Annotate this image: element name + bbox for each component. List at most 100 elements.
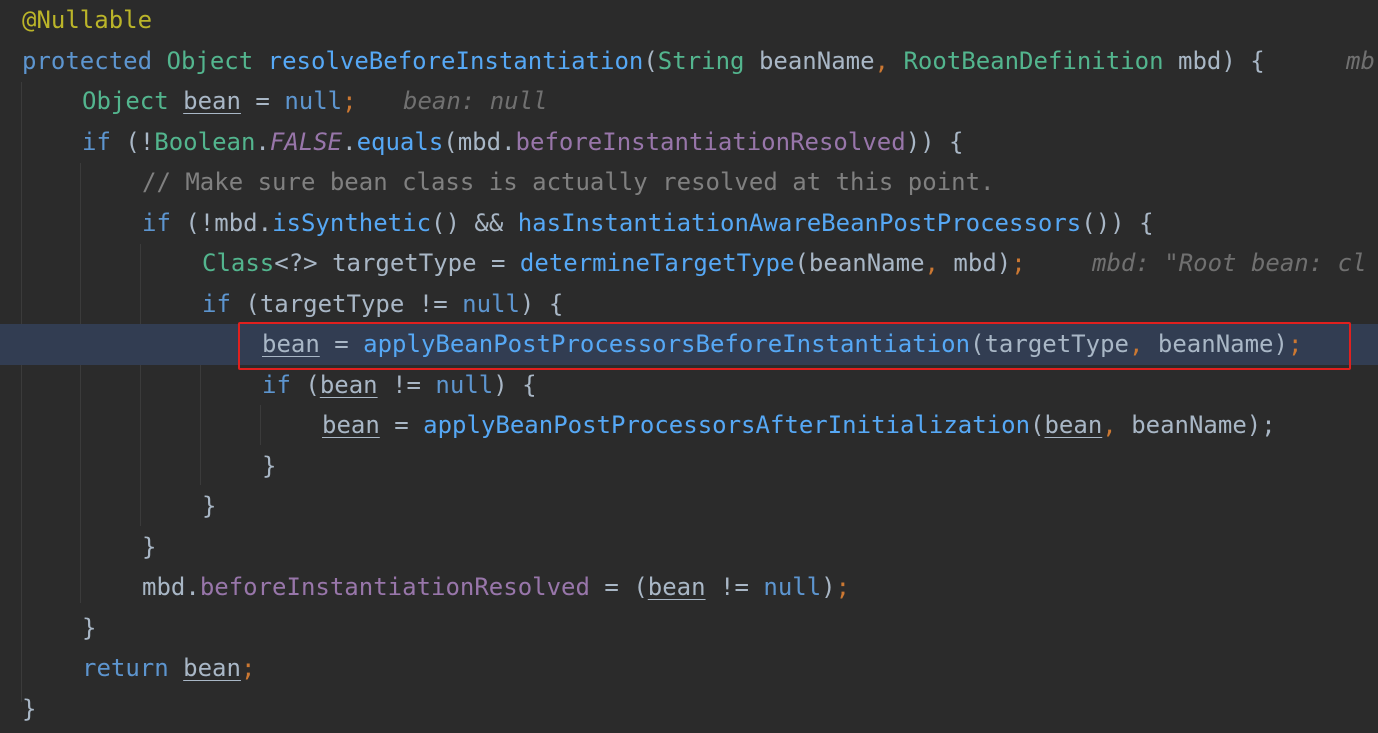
static-constant: FALSE — [269, 127, 343, 156]
argument: bean — [1044, 411, 1103, 439]
inline-debug-hint: bean: null — [403, 87, 548, 115]
null-literal: null — [462, 289, 520, 318]
local-variable: targetType — [259, 289, 405, 318]
paren: ( — [245, 289, 260, 318]
dot: . — [501, 127, 516, 156]
paren: ( — [1030, 411, 1045, 439]
operator: != — [392, 370, 421, 399]
method-name[interactable]: resolveBeforeInstantiation — [268, 47, 644, 75]
dot: . — [342, 127, 357, 156]
dot: . — [255, 127, 270, 156]
paren: ) { — [519, 289, 564, 318]
local-variable: bean — [319, 370, 378, 399]
code-line[interactable]: if (targetType != null) { — [0, 284, 1378, 325]
method-call[interactable]: isSynthetic — [272, 209, 431, 237]
code-line[interactable]: Object bean = null; bean: null — [0, 81, 1378, 122]
code-line[interactable]: bean = applyBeanPostProcessorsAfterIniti… — [0, 405, 1378, 446]
code-editor[interactable]: @Nullable protected Object resolveBefore… — [0, 0, 1378, 733]
code-line[interactable]: if (!mbd.isSynthetic() && hasInstantiati… — [0, 203, 1378, 244]
param-name: mbd — [1178, 46, 1222, 75]
local-variable: bean — [322, 411, 380, 439]
code-line[interactable]: return bean; — [0, 648, 1378, 689]
semicolon: ; — [240, 654, 256, 682]
paren: (! — [125, 127, 155, 156]
local-variable: bean — [647, 573, 706, 601]
brace: } — [142, 532, 157, 561]
code-line[interactable]: @Nullable — [0, 0, 1378, 41]
argument: beanName — [1131, 411, 1247, 439]
code-line[interactable]: // Make sure bean class is actually reso… — [0, 162, 1378, 203]
paren: ) — [821, 573, 836, 601]
operator: = — [255, 87, 270, 115]
brace: } — [82, 613, 97, 642]
paren: ) { — [493, 370, 537, 399]
type-name: Class — [202, 249, 275, 277]
null-literal: null — [284, 87, 343, 115]
object-ref: mbd — [214, 208, 258, 237]
paren: ) — [996, 249, 1012, 277]
operator: != — [418, 289, 448, 318]
code-line[interactable]: if (!Boolean.FALSE.equals(mbd.beforeInst… — [0, 122, 1378, 163]
inline-debug-hint: mb — [1346, 46, 1375, 75]
brace: } — [22, 694, 37, 723]
type-name: Object — [82, 87, 169, 115]
local-variable: targetType — [332, 249, 477, 277]
paren: (! — [185, 208, 215, 237]
highlight-annotation-box — [238, 322, 1351, 370]
object-ref: mbd — [142, 573, 186, 601]
paren: ( — [633, 573, 648, 601]
code-line[interactable]: } — [0, 486, 1378, 527]
if-keyword: if — [142, 208, 171, 237]
object-ref: mbd — [457, 127, 502, 156]
code-line[interactable]: protected Object resolveBeforeInstantiat… — [0, 41, 1378, 82]
if-keyword: if — [202, 289, 231, 318]
operator: = — [394, 411, 409, 439]
paren: ( — [443, 127, 458, 156]
paren: ()) { — [1081, 208, 1154, 237]
brace: } — [262, 451, 277, 480]
method-call[interactable]: applyBeanPostProcessorsAfterInitializati… — [423, 411, 1030, 439]
return-keyword: return — [82, 654, 169, 682]
param-type: String — [657, 46, 745, 75]
operator: != — [720, 573, 749, 601]
paren: ); — [1246, 411, 1276, 439]
code-line[interactable]: mbd.beforeInstantiationResolved = (bean … — [0, 567, 1378, 608]
code-line[interactable]: } — [0, 608, 1378, 649]
method-call[interactable]: hasInstantiationAwareBeanPostProcessors — [518, 209, 1082, 237]
return-type: Object — [166, 46, 254, 75]
class-name: Boolean — [154, 127, 256, 156]
annotation: @Nullable — [22, 6, 153, 34]
method-call[interactable]: determineTargetType — [520, 249, 795, 277]
code-line[interactable]: if (bean != null) { — [0, 365, 1378, 406]
local-variable: bean — [183, 654, 241, 682]
null-literal: null — [763, 573, 822, 601]
field-ref: beforeInstantiationResolved — [515, 127, 906, 156]
argument: beanName — [808, 249, 925, 277]
null-literal: null — [435, 370, 494, 399]
semicolon: ; — [1011, 249, 1026, 277]
brace: { — [1250, 46, 1265, 75]
local-variable: bean — [183, 87, 241, 115]
brace: } — [202, 492, 217, 520]
param-type: RootBeanDefinition — [903, 46, 1164, 75]
operator: () && — [431, 208, 518, 237]
comma: , — [1102, 411, 1117, 439]
code-line[interactable]: Class<?> targetType = determineTargetTyp… — [0, 243, 1378, 284]
operator: = — [491, 249, 506, 277]
paren: )) { — [905, 127, 964, 156]
method-call[interactable]: equals — [357, 128, 444, 156]
semicolon: ; — [835, 573, 851, 601]
param-name: beanName — [758, 46, 875, 75]
operator: = — [604, 573, 619, 601]
code-line[interactable]: } — [0, 527, 1378, 568]
code-line[interactable]: } — [0, 446, 1378, 487]
dot: . — [185, 573, 200, 601]
paren: ( — [794, 249, 809, 277]
if-keyword: if — [262, 370, 291, 399]
code-comment: // Make sure bean class is actually reso… — [142, 168, 995, 196]
if-keyword: if — [82, 127, 111, 156]
code-line[interactable]: } — [0, 689, 1378, 730]
argument: mbd — [953, 249, 997, 277]
modifier-keyword: protected — [22, 46, 153, 75]
dot: . — [257, 208, 273, 237]
